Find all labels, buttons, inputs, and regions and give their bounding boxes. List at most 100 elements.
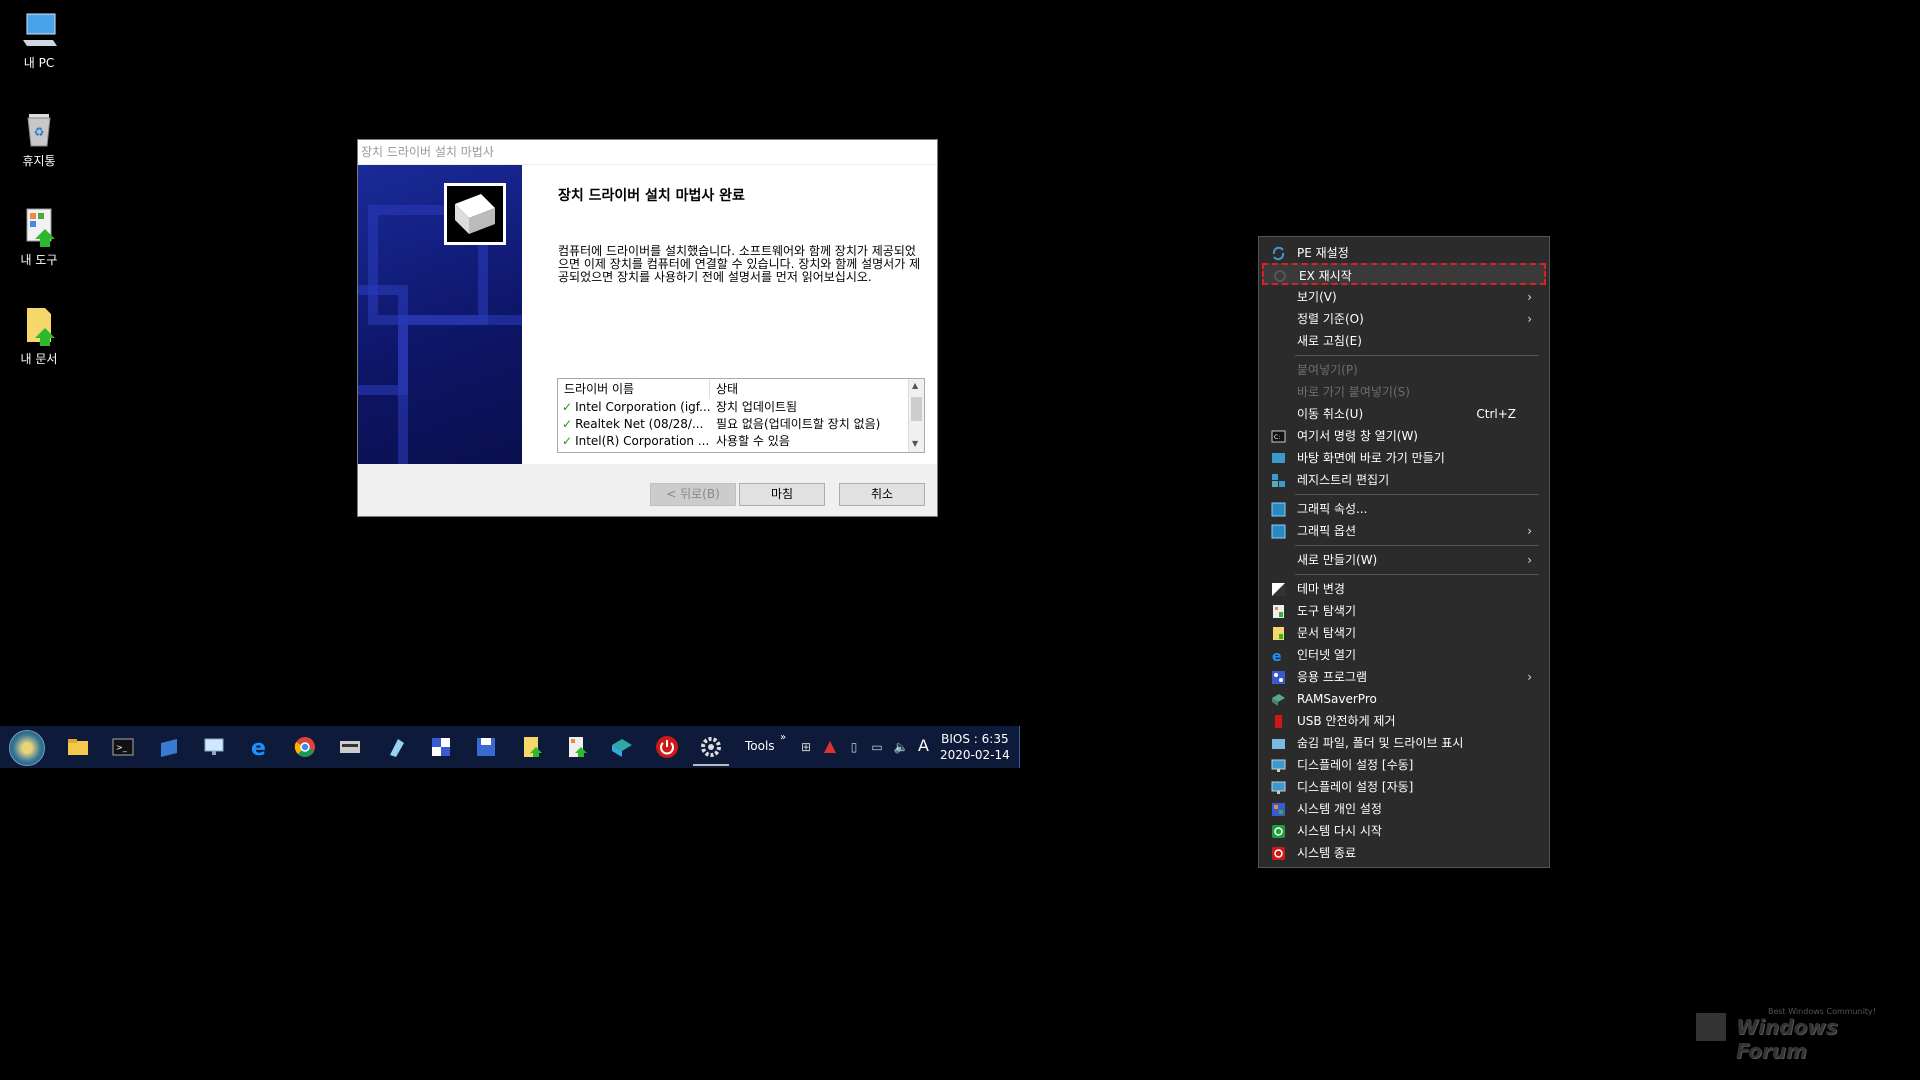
driver-status: 사용할 수 있음 [716,434,790,448]
scroll-up-icon[interactable]: ▲ [912,381,918,390]
menu-item-display-settings-manual[interactable]: 디스플레이 설정 [수동] [1262,754,1546,776]
tools-document-icon [19,207,59,247]
svg-text:♻: ♻ [34,125,45,139]
menu-item-ramsaverpro[interactable]: RAMSaverPro [1262,688,1546,710]
checkmark-icon: ✓ [562,434,573,448]
scroll-down-icon[interactable]: ▼ [912,439,918,448]
desktop-icon-my-documents[interactable]: 내 문서 [4,306,74,367]
registry-icon [1271,473,1286,488]
desktop-icon-my-tools[interactable]: 내 도구 [4,207,74,268]
desktop-icon-recycle-bin[interactable]: ♻ 휴지통 [4,108,74,169]
menu-item-view[interactable]: 보기(V) › [1262,286,1546,308]
menu-item-display-settings-auto[interactable]: 디스플레이 설정 [자동] [1262,776,1546,798]
documents-explorer-icon [1271,626,1286,641]
file-explorer-icon[interactable] [66,735,90,759]
driver-name: Intel(R) Corporation ... [575,434,710,448]
menu-item-show-hidden-files[interactable]: 숨김 파일, 폴더 및 드라이브 표시 [1262,732,1546,754]
dialog-body: 장치 드라이버 설치 마법사 완료 컴퓨터에 드라이버를 설치했습니다. 소프트… [358,165,937,464]
menu-item-safely-remove-usb[interactable]: USB 안전하게 제거 [1262,710,1546,732]
scroll-thumb[interactable] [911,397,922,421]
desktop-context-menu: PE 재설정 EX 재시작 보기(V) › 정렬 기준(O) › 새로 고침(E) … [1258,236,1550,868]
driver-status: 장치 업데이트됨 [716,400,798,414]
menu-item-tools-explorer[interactable]: 도구 탐색기 [1262,600,1546,622]
chrome-icon[interactable] [293,735,317,759]
table-header: 드라이버 이름 상태 [558,379,924,399]
shortcut-label: Ctrl+Z [1476,407,1516,421]
clock-date: 2020-02-14 [940,748,1010,762]
menu-separator [1295,574,1539,575]
svg-text:C:: C: [1274,434,1280,441]
column-header-name[interactable]: 드라이버 이름 [558,379,710,399]
tools-arrow-icon[interactable] [565,735,589,759]
menu-item-create-desktop-shortcut[interactable]: 바탕 화면에 바로 가기 만들기 [1262,447,1546,469]
partition-icon[interactable] [429,735,453,759]
document-arrow-icon[interactable] [520,735,544,759]
restart-system-icon [1271,824,1286,839]
menu-item-new[interactable]: 새로 만들기(W) › [1262,549,1546,571]
volume-icon[interactable]: 🔈 [893,740,909,754]
desktop-icon-label: 휴지통 [22,154,56,168]
hidden-files-icon [1271,736,1286,751]
settings-gear-icon[interactable] [699,735,723,759]
driver-name: Realtek Net (08/28/... [575,417,704,431]
driver-table[interactable]: 드라이버 이름 상태 ✓ Intel Corporation (igf... 장치… [557,378,925,453]
internet-explorer-icon[interactable]: e [248,735,272,761]
device-icon [444,183,506,245]
table-scrollbar[interactable]: ▲ ▼ [908,379,924,452]
back-button[interactable]: < 뒤로(B) [650,483,736,506]
table-row[interactable]: ✓ Intel Corporation (igf... 장치 업데이트됨 [558,399,924,416]
menu-item-open-command-window[interactable]: C: 여기서 명령 창 열기(W) [1262,425,1546,447]
dialog-title[interactable]: 장치 드라이버 설치 마법사 [358,140,937,164]
table-row[interactable]: ✓ Realtek Net (08/28/... 필요 없음(업데이트할 장치 없… [558,416,924,433]
recycle-bin-icon: ♻ [19,108,59,148]
menu-item-graphics-properties[interactable]: 그래픽 속성... [1262,498,1546,520]
active-indicator [693,764,729,766]
finish-button[interactable]: 마침 [739,483,825,506]
start-button[interactable] [9,730,45,766]
desktop-icon-my-pc[interactable]: 내 PC [4,10,74,71]
menu-separator [1295,494,1539,495]
save-icon[interactable] [474,735,498,759]
command-prompt-icon[interactable]: >_ [111,735,135,759]
refresh-icon [1271,246,1286,261]
table-row[interactable]: ✓ Intel(R) Corporation ... 사용할 수 있음 [558,433,924,450]
power-icon[interactable] [655,735,679,759]
clock[interactable]: BIOS : 6:35 2020-02-14 [940,731,1010,763]
menu-item-documents-explorer[interactable]: 문서 탐색기 [1262,622,1546,644]
column-header-status[interactable]: 상태 [710,379,738,399]
menu-item-applications[interactable]: 응용 프로그램 › [1262,666,1546,688]
usb-tray-icon[interactable]: ▯ [846,740,862,754]
tools-toolbar-label[interactable]: Tools [745,739,775,753]
usb-icon [1271,714,1286,729]
menu-item-open-internet[interactable]: e 인터넷 열기 [1262,644,1546,666]
submenu-arrow-icon: › [1527,312,1532,326]
display-tray-icon[interactable]: ▭ [869,740,885,754]
network-tray-icon[interactable]: ⊞ [798,740,814,754]
menu-item-registry-editor[interactable]: 레지스트리 편집기 [1262,469,1546,491]
network-icon[interactable] [610,735,634,759]
eraser-icon[interactable] [384,735,408,759]
wizard-description: 컴퓨터에 드라이버를 설치했습니다. 소프트웨어와 함께 장치가 제공되었으면 … [558,244,921,284]
menu-item-pe-reset[interactable]: PE 재설정 [1262,242,1546,264]
tray-app-icon[interactable] [822,740,838,754]
menu-item-shutdown[interactable]: 시스템 종료 [1262,842,1546,864]
disk-tool-icon[interactable] [338,735,362,759]
cancel-button[interactable]: 취소 [839,483,925,506]
toolbar-overflow-icon[interactable]: » [780,732,786,743]
menu-item-sort-by[interactable]: 정렬 기준(O) › [1262,308,1546,330]
menu-item-restart-system[interactable]: 시스템 다시 시작 [1262,820,1546,842]
menu-item-ex-restart[interactable]: EX 재시작 [1262,263,1546,285]
menu-item-refresh[interactable]: 새로 고침(E) [1262,330,1546,352]
menu-item-undo-move[interactable]: 이동 취소(U) Ctrl+Z [1262,403,1546,425]
menu-item-personalize[interactable]: 시스템 개인 설정 [1262,798,1546,820]
input-method-indicator[interactable]: A [918,736,929,755]
checkmark-icon: ✓ [562,417,573,431]
menu-item-paste-shortcut[interactable]: 바로 가기 붙여넣기(S) [1262,381,1546,403]
notes-icon[interactable] [157,735,181,759]
ram-icon [1271,692,1286,707]
menu-item-change-theme[interactable]: 테마 변경 [1262,578,1546,600]
menu-item-paste[interactable]: 붙여넣기(P) [1262,359,1546,381]
monitor-icon[interactable] [202,735,226,759]
menu-item-graphics-options[interactable]: 그래픽 옵션 › [1262,520,1546,542]
windows-logo-icon [1696,1013,1726,1041]
